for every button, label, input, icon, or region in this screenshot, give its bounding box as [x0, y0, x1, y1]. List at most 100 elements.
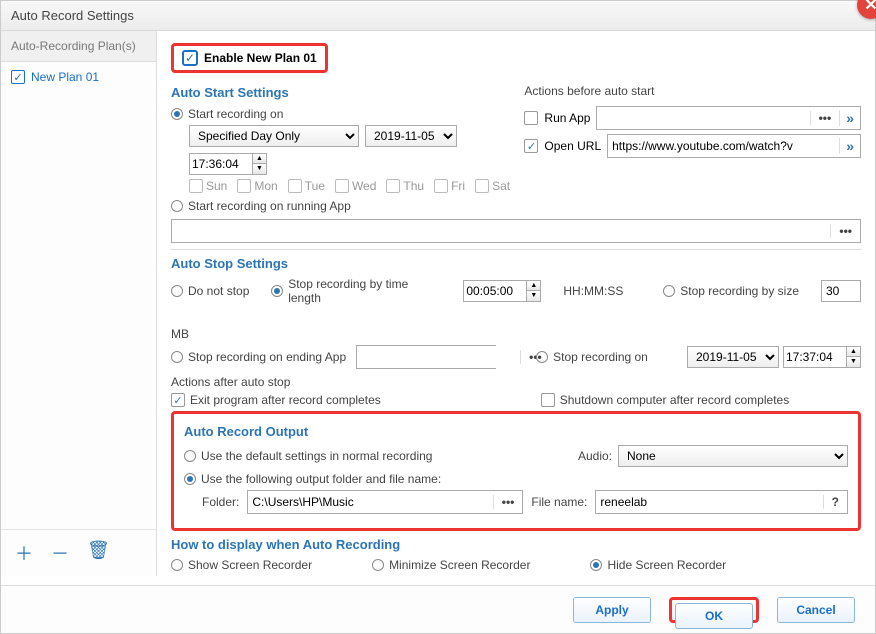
plan-label: New Plan 01 [31, 70, 99, 84]
run-app-input[interactable] [597, 107, 809, 129]
run-app-go-icon[interactable]: » [839, 110, 860, 126]
enable-plan-label: Enable New Plan 01 [204, 51, 317, 65]
start-on-radio[interactable] [171, 108, 183, 120]
ending-app-input[interactable] [357, 346, 520, 368]
sidebar-tools: ＋ － 🗑 [1, 529, 156, 576]
start-on-app-radio-row[interactable]: Start recording on running App [171, 199, 351, 213]
start-on-app-radio[interactable] [171, 200, 183, 212]
stop-time-length-input[interactable] [464, 281, 526, 301]
window-title: Auto Record Settings [11, 8, 134, 23]
days-row: Sun Mon Tue Wed Thu Fri Sat [189, 179, 524, 193]
stop-by-size-radio[interactable] [663, 285, 675, 297]
run-app-checkbox[interactable] [524, 111, 538, 125]
output-default-row[interactable]: Use the default settings in normal recor… [184, 449, 432, 463]
day-wed-checkbox[interactable] [335, 179, 349, 193]
open-url-input-wrap: » [607, 134, 861, 158]
stop-on-date-row[interactable]: Stop recording on [536, 350, 648, 364]
audio-select[interactable]: None [618, 445, 848, 467]
filename-input-wrap: ? [595, 490, 848, 514]
stop-on-time-spinner[interactable]: ▲▼ [783, 346, 861, 368]
stop-date-select[interactable]: 2019-11-05 [687, 346, 779, 368]
plan-list-item[interactable]: ✓ New Plan 01 [1, 62, 156, 92]
spin-up-icon[interactable]: ▲ [252, 154, 266, 164]
stop-size-input[interactable] [821, 280, 861, 302]
auto-start-title: Auto Start Settings [171, 85, 524, 100]
stop-on-date-radio[interactable] [536, 351, 548, 363]
start-time-input[interactable] [190, 154, 252, 174]
sidebar-tab-plans[interactable]: Auto-Recording Plan(s) [1, 31, 156, 62]
running-app-input-wrap: ••• [171, 219, 861, 243]
display-hide-row[interactable]: Hide Screen Recorder [590, 558, 726, 572]
display-show-row[interactable]: Show Screen Recorder [171, 558, 312, 572]
spin-down-icon[interactable]: ▼ [526, 291, 540, 301]
output-custom-row[interactable]: Use the following output folder and file… [184, 472, 441, 486]
delete-plan-icon[interactable]: 🗑 [87, 540, 110, 566]
day-thu-checkbox[interactable] [386, 179, 400, 193]
remove-plan-icon[interactable]: － [51, 540, 69, 566]
start-on-label: Start recording on [188, 107, 283, 121]
start-date-select[interactable]: 2019-11-05 [365, 125, 457, 147]
display-show-radio[interactable] [171, 559, 183, 571]
day-tue-checkbox[interactable] [288, 179, 302, 193]
start-on-app-label: Start recording on running App [188, 199, 351, 213]
ending-app-input-wrap: ••• [356, 345, 496, 369]
shutdown-after-checkbox[interactable] [541, 393, 555, 407]
spin-up-icon[interactable]: ▲ [846, 347, 860, 357]
spin-down-icon[interactable]: ▼ [252, 164, 266, 174]
output-custom-radio[interactable] [184, 473, 196, 485]
title-bar: Auto Record Settings ✕ [1, 1, 875, 31]
start-time-spinner[interactable]: ▲▼ [189, 153, 267, 175]
spin-up-icon[interactable]: ▲ [526, 281, 540, 291]
no-stop-row[interactable]: Do not stop [171, 284, 249, 298]
apply-button[interactable]: Apply [573, 597, 651, 623]
day-sat-checkbox[interactable] [475, 179, 489, 193]
sidebar: Auto-Recording Plan(s) ✓ New Plan 01 ＋ －… [1, 31, 157, 576]
exit-after-row[interactable]: ✓Exit program after record completes [171, 393, 381, 407]
add-plan-icon[interactable]: ＋ [15, 540, 33, 566]
day-mon-checkbox[interactable] [237, 179, 251, 193]
filename-help-icon[interactable]: ? [823, 495, 847, 509]
actions-after-title: Actions after auto stop [171, 375, 861, 389]
enable-plan-checkbox[interactable]: ✓ [182, 50, 198, 66]
output-default-radio[interactable] [184, 450, 196, 462]
filename-label: File name: [531, 495, 587, 509]
no-stop-radio[interactable] [171, 285, 183, 297]
open-url-input[interactable] [608, 135, 839, 157]
stop-by-time-row[interactable]: Stop recording by time length [271, 277, 441, 305]
running-app-browse-icon[interactable]: ••• [830, 224, 860, 238]
start-on-radio-row[interactable]: Start recording on [171, 107, 283, 121]
display-min-radio[interactable] [372, 559, 384, 571]
display-min-row[interactable]: Minimize Screen Recorder [372, 558, 530, 572]
main-panel: ✓ Enable New Plan 01 Auto Start Settings… [157, 31, 875, 576]
exit-after-checkbox[interactable]: ✓ [171, 393, 185, 407]
display-hide-radio[interactable] [590, 559, 602, 571]
close-icon[interactable]: ✕ [857, 0, 876, 19]
stop-ending-app-row[interactable]: Stop recording on ending App [171, 350, 346, 364]
stop-by-time-radio[interactable] [271, 285, 283, 297]
open-url-go-icon[interactable]: » [839, 138, 860, 154]
schedule-select[interactable]: Specified Day Only [189, 125, 359, 147]
folder-label: Folder: [202, 495, 239, 509]
ok-button[interactable]: OK [675, 603, 753, 629]
shutdown-after-row[interactable]: Shutdown computer after record completes [541, 393, 789, 407]
running-app-input[interactable] [172, 220, 830, 242]
cancel-button[interactable]: Cancel [777, 597, 855, 623]
hhmmss-label: HH:MM:SS [563, 284, 623, 298]
run-app-input-wrap: ••• » [596, 106, 861, 130]
stop-ending-app-radio[interactable] [171, 351, 183, 363]
stop-time-spinner[interactable]: ▲▼ [463, 280, 541, 302]
folder-browse-icon[interactable]: ••• [493, 495, 523, 509]
open-url-checkbox[interactable]: ✓ [524, 139, 538, 153]
spin-down-icon[interactable]: ▼ [846, 357, 860, 367]
footer: Apply OK Cancel [1, 585, 875, 633]
audio-label: Audio: [578, 449, 612, 463]
stop-on-time-input[interactable] [784, 347, 846, 367]
day-sun-checkbox[interactable] [189, 179, 203, 193]
run-app-browse-icon[interactable]: ••• [810, 111, 840, 125]
filename-input[interactable] [596, 491, 822, 513]
folder-input-wrap: ••• [247, 490, 523, 514]
plan-checkbox-icon[interactable]: ✓ [11, 70, 25, 84]
day-fri-checkbox[interactable] [434, 179, 448, 193]
stop-by-size-row[interactable]: Stop recording by size [663, 284, 799, 298]
folder-input[interactable] [248, 491, 492, 513]
